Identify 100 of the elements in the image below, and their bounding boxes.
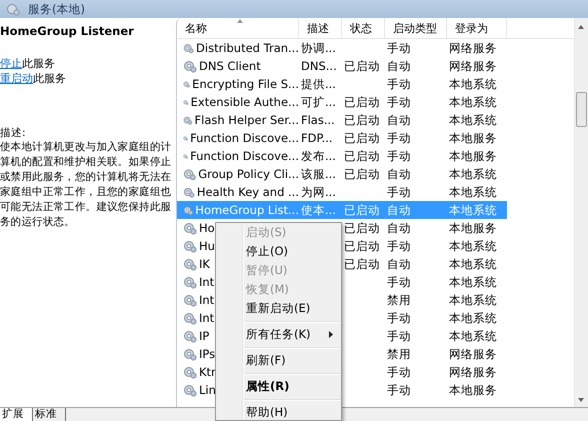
table-cell-text: 自动 <box>386 58 412 74</box>
table-cell-text: 网络服务 <box>448 346 498 362</box>
table-cell-text: 本地服务 <box>448 148 498 164</box>
window-title: 服务(本地) <box>28 2 85 16</box>
service-name-cell: IPs <box>199 347 216 361</box>
table-cell-text: 自动 <box>386 256 412 272</box>
service-name-cell: Encrypting File S... <box>192 77 299 91</box>
table-cell-text: 可扩... <box>300 94 337 110</box>
table-cell-text: 手动 <box>386 148 412 164</box>
scroll-down-icon[interactable] <box>578 398 584 402</box>
menu-item[interactable]: 停止(O) <box>216 242 341 261</box>
table-cell-text: 本地系统 <box>448 76 498 92</box>
action-text: 停止此服务 <box>0 56 56 71</box>
column-header[interactable]: 描述 <box>299 18 342 38</box>
service-name-cell: Flash Helper Ser... <box>194 113 299 127</box>
table-cell-text: 已启动 <box>343 112 381 128</box>
scrollbar[interactable] <box>574 18 588 407</box>
service-name-cell: Ktr <box>199 365 216 379</box>
table-cell-text: 本地系统 <box>448 328 498 344</box>
column-header[interactable]: 状态 <box>342 18 385 38</box>
menu-item[interactable]: 重新启动(E) <box>216 299 341 318</box>
table-cell-text: 自动 <box>386 112 412 128</box>
table-cell-text: 手动 <box>386 76 412 92</box>
service-name-cell: Function Discove... <box>190 149 299 163</box>
menu-item[interactable]: 所有任务(K) <box>216 325 341 344</box>
service-name-cell: DNS Client <box>199 59 261 73</box>
table-cell-text: 发布... <box>300 148 337 164</box>
table-cell-text: 网络服务 <box>448 40 498 56</box>
table-cell-text: 已启动 <box>343 148 381 164</box>
table-cell-text: 网络服务 <box>448 58 498 74</box>
column-header[interactable]: 启动类型 <box>385 18 447 38</box>
table-cell-text: 禁用 <box>386 292 412 308</box>
table-cell-text: 本地系统 <box>448 310 498 326</box>
table-cell-text: 手动 <box>386 328 412 344</box>
table-cell-text: 自动 <box>386 202 412 218</box>
table-cell-text: 手动 <box>386 310 412 326</box>
gears-icon <box>6 2 20 16</box>
gears-icon <box>183 312 197 324</box>
table-cell-text: 手动 <box>386 238 412 254</box>
service-name-cell: IK <box>199 257 210 271</box>
table-cell-text: 手动 <box>386 94 412 110</box>
service-name-cell: Group Policy Cli... <box>198 167 299 181</box>
gears-icon <box>183 240 197 252</box>
service-description: 使本地计算机更改与加入家庭组的计算机的配置和维护相关联。如果停止或禁用此服务，您的计算机将无法在家庭组中正常工作，且您的家庭组也可能无法正常工作。建议您保持此服务的运行状态。 <box>0 140 172 230</box>
service-name-cell: HomeGroup List... <box>195 203 299 217</box>
table-cell-text: 禁用 <box>386 346 412 362</box>
table-cell-text: 提供... <box>300 76 337 92</box>
table-cell-text: 已启动 <box>343 220 381 236</box>
view-tab[interactable]: 标准 <box>33 408 66 421</box>
table-cell-text: DNS... <box>300 59 338 73</box>
menu-item[interactable]: 刷新(F) <box>216 351 341 370</box>
table-cell-text: 本地系统 <box>448 238 498 254</box>
service-name-cell: IP <box>199 329 210 343</box>
table-cell-text: 已启动 <box>343 202 381 218</box>
table-cell-text: 已启动 <box>343 130 381 146</box>
submenu-arrow-icon <box>329 331 333 338</box>
action-link[interactable]: 重启动 <box>0 72 33 85</box>
table-cell-text: 该服... <box>300 166 337 182</box>
action-link[interactable]: 停止 <box>0 57 22 70</box>
table-cell-text: 本地系统 <box>448 166 498 182</box>
sort-arrow-icon[interactable] <box>237 19 243 23</box>
scroll-thumb[interactable] <box>576 92 587 127</box>
table-cell-text: 已启动 <box>343 256 381 272</box>
table-cell-text: 本地系统 <box>448 292 498 308</box>
service-name-cell: Int <box>199 311 214 325</box>
gears-icon <box>183 294 197 306</box>
table-cell-text: 手动 <box>386 40 412 56</box>
gears-icon <box>183 258 197 270</box>
table-cell-text: 本地系统 <box>448 184 498 200</box>
gears-icon <box>183 348 197 360</box>
table-cell-text: 已启动 <box>343 238 381 254</box>
table-cell-text: 手动 <box>386 364 412 380</box>
table-cell-text: 手动 <box>386 130 412 146</box>
table-cell-text: 网络服务 <box>448 364 498 380</box>
table-cell-text: FDP... <box>300 131 334 145</box>
gears-icon <box>183 186 195 198</box>
table-cell-text: 本地系统 <box>448 112 498 128</box>
table-cell-text: Flas... <box>300 113 336 127</box>
view-tab[interactable]: 扩展 <box>0 408 33 421</box>
menu-item[interactable]: 帮助(H) <box>216 403 341 420</box>
gears-icon <box>183 330 197 342</box>
table-cell-text: 本地服务 <box>448 220 498 236</box>
table-cell-text: 已启动 <box>343 166 381 182</box>
table-cell-text: 已启动 <box>343 94 381 110</box>
action-text: 重启动此服务 <box>0 71 67 86</box>
table-cell-text: 自动 <box>386 220 412 236</box>
table-cell-text: 本地系统 <box>448 274 498 290</box>
table-cell-text: 手动 <box>386 274 412 290</box>
service-name-cell: Extensible Authe... <box>190 95 299 109</box>
table-cell-text: 使本... <box>300 202 337 218</box>
menu-item[interactable]: 属性(R) <box>216 377 341 396</box>
scroll-up-icon[interactable] <box>578 25 584 29</box>
table-cell-text: 已启动 <box>343 58 381 74</box>
service-name-cell: Int <box>199 275 214 289</box>
table-cell-text: 本地系统 <box>448 256 498 272</box>
column-header[interactable]: 登录为 <box>447 18 507 38</box>
service-name-cell: Lin <box>199 383 216 397</box>
table-cell-text: 自动 <box>386 166 412 182</box>
service-name-cell: Hu <box>199 239 215 253</box>
table-cell-text: 手动 <box>386 184 412 200</box>
